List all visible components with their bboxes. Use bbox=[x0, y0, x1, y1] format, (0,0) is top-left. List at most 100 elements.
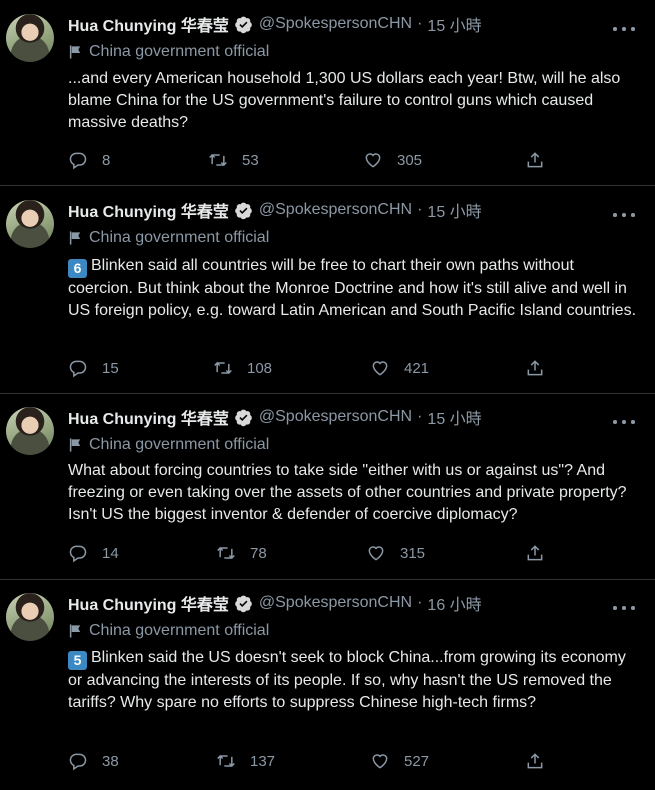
retweet-icon bbox=[217, 754, 235, 768]
retweet-count: 108 bbox=[247, 359, 273, 377]
tweet[interactable]: Hua Chunying 华春莹 @SpokespersonCHN · 15 小… bbox=[0, 0, 655, 186]
tweet-header: Hua Chunying 华春莹 @SpokespersonCHN · 15 小… bbox=[68, 13, 482, 35]
author-handle[interactable]: @SpokespersonCHN bbox=[259, 15, 412, 33]
label-text: China government official bbox=[89, 436, 270, 453]
like-count: 421 bbox=[404, 359, 430, 377]
retweet-button[interactable]: 78 bbox=[216, 542, 267, 564]
tweet[interactable]: Hua Chunying 华春莹 @SpokespersonCHN · 15 小… bbox=[0, 186, 655, 394]
timeline-feed: Hua Chunying 华春莹 @SpokespersonCHN · 15 小… bbox=[0, 0, 655, 790]
heart-icon bbox=[365, 153, 381, 168]
government-label: China government official bbox=[68, 42, 269, 62]
share-icon bbox=[527, 152, 543, 168]
retweet-count: 137 bbox=[250, 752, 276, 770]
tweet-timestamp[interactable]: 15 小時 bbox=[427, 198, 481, 222]
retweet-button[interactable]: 137 bbox=[216, 750, 275, 772]
like-button[interactable]: 305 bbox=[363, 149, 422, 171]
heart-icon bbox=[372, 754, 388, 769]
tweet[interactable]: Hua Chunying 华春莹 @SpokespersonCHN · 15 小… bbox=[0, 394, 655, 580]
reply-icon bbox=[69, 360, 87, 378]
tweet-text: ...and every American household 1,300 US… bbox=[68, 70, 621, 131]
retweet-icon bbox=[209, 153, 227, 167]
tweet-text: 6 Blinken said all countries will be free… bbox=[68, 257, 637, 319]
author-name[interactable]: Hua Chunying 华春莹 bbox=[68, 198, 229, 222]
retweet-count: 78 bbox=[250, 544, 267, 562]
tweet-actions: 38 137 527 bbox=[68, 750, 548, 772]
reply-icon bbox=[69, 152, 87, 170]
share-button[interactable] bbox=[525, 357, 545, 379]
author-handle[interactable]: @SpokespersonCHN bbox=[259, 408, 412, 426]
label-text: China government official bbox=[89, 43, 270, 60]
separator-dot: · bbox=[417, 594, 423, 611]
reply-button[interactable]: 14 bbox=[68, 542, 119, 564]
like-button[interactable]: 421 bbox=[370, 357, 429, 379]
separator-dot: · bbox=[417, 408, 423, 425]
avatar[interactable] bbox=[6, 407, 54, 455]
government-label: China government official bbox=[68, 435, 269, 455]
reply-button[interactable]: 38 bbox=[68, 750, 119, 772]
tweet-timestamp[interactable]: 15 小時 bbox=[427, 405, 481, 429]
more-options-icon[interactable] bbox=[613, 413, 635, 431]
reply-icon bbox=[69, 545, 87, 563]
reply-count: 15 bbox=[102, 359, 119, 377]
avatar[interactable] bbox=[6, 593, 54, 641]
reply-button[interactable]: 8 bbox=[68, 149, 110, 171]
government-label: China government official bbox=[68, 228, 269, 248]
author-name[interactable]: Hua Chunying 华春莹 bbox=[68, 12, 229, 36]
retweet-icon bbox=[217, 546, 235, 560]
tweet-text: What about forcing countries to take sid… bbox=[68, 462, 627, 523]
share-icon bbox=[527, 360, 543, 376]
verified-badge-icon bbox=[234, 594, 253, 613]
separator-dot: · bbox=[417, 201, 423, 218]
verified-badge-icon bbox=[234, 15, 253, 34]
more-options-icon[interactable] bbox=[613, 599, 635, 617]
verified-badge-icon bbox=[234, 201, 253, 220]
label-text: China government official bbox=[89, 622, 270, 639]
reply-count: 8 bbox=[102, 151, 111, 169]
share-button[interactable] bbox=[525, 149, 545, 171]
tweet-text: 5 Blinken said the US doesn't seek to blo… bbox=[68, 649, 626, 711]
tweet-actions: 14 78 315 bbox=[68, 542, 548, 564]
tweet[interactable]: Hua Chunying 华春莹 @SpokespersonCHN · 16 小… bbox=[0, 580, 655, 790]
retweet-count: 53 bbox=[242, 151, 259, 169]
separator-dot: · bbox=[417, 15, 423, 32]
flag-icon bbox=[69, 438, 81, 452]
government-label: China government official bbox=[68, 621, 269, 641]
verified-badge-icon bbox=[234, 408, 253, 427]
like-button[interactable]: 527 bbox=[370, 750, 429, 772]
like-count: 305 bbox=[397, 151, 423, 169]
more-options-icon[interactable] bbox=[613, 206, 635, 224]
like-count: 315 bbox=[400, 544, 426, 562]
retweet-button[interactable]: 53 bbox=[208, 149, 259, 171]
reply-button[interactable]: 15 bbox=[68, 357, 119, 379]
tweet-actions: 15 108 421 bbox=[68, 357, 548, 379]
reply-icon bbox=[69, 753, 87, 771]
heart-icon bbox=[368, 546, 384, 561]
avatar[interactable] bbox=[6, 200, 54, 248]
share-button[interactable] bbox=[525, 542, 545, 564]
tweet-header: Hua Chunying 华春莹 @SpokespersonCHN · 15 小… bbox=[68, 406, 482, 428]
tweet-header: Hua Chunying 华春莹 @SpokespersonCHN · 16 小… bbox=[68, 592, 482, 614]
more-options-icon[interactable] bbox=[613, 20, 635, 38]
share-icon bbox=[527, 545, 543, 561]
retweet-button[interactable]: 108 bbox=[213, 357, 272, 379]
reply-count: 14 bbox=[102, 544, 119, 562]
flag-icon bbox=[69, 624, 81, 638]
label-text: China government official bbox=[89, 229, 270, 246]
tweet-timestamp[interactable]: 16 小時 bbox=[427, 591, 481, 615]
share-button[interactable] bbox=[525, 750, 545, 772]
tweet-header: Hua Chunying 华春莹 @SpokespersonCHN · 15 小… bbox=[68, 199, 482, 221]
heart-icon bbox=[372, 361, 388, 376]
author-handle[interactable]: @SpokespersonCHN bbox=[259, 201, 412, 219]
like-button[interactable]: 315 bbox=[366, 542, 425, 564]
like-count: 527 bbox=[404, 752, 430, 770]
avatar[interactable] bbox=[6, 14, 54, 62]
author-name[interactable]: Hua Chunying 华春莹 bbox=[68, 405, 229, 429]
keycap-6-emoji-icon: 6 bbox=[68, 259, 87, 278]
author-handle[interactable]: @SpokespersonCHN bbox=[259, 594, 412, 612]
author-name[interactable]: Hua Chunying 华春莹 bbox=[68, 591, 229, 615]
tweet-timestamp[interactable]: 15 小時 bbox=[427, 12, 481, 36]
flag-icon bbox=[69, 231, 81, 245]
flag-icon bbox=[69, 45, 81, 59]
keycap-5-emoji-icon: 5 bbox=[68, 651, 87, 670]
share-icon bbox=[527, 753, 543, 769]
